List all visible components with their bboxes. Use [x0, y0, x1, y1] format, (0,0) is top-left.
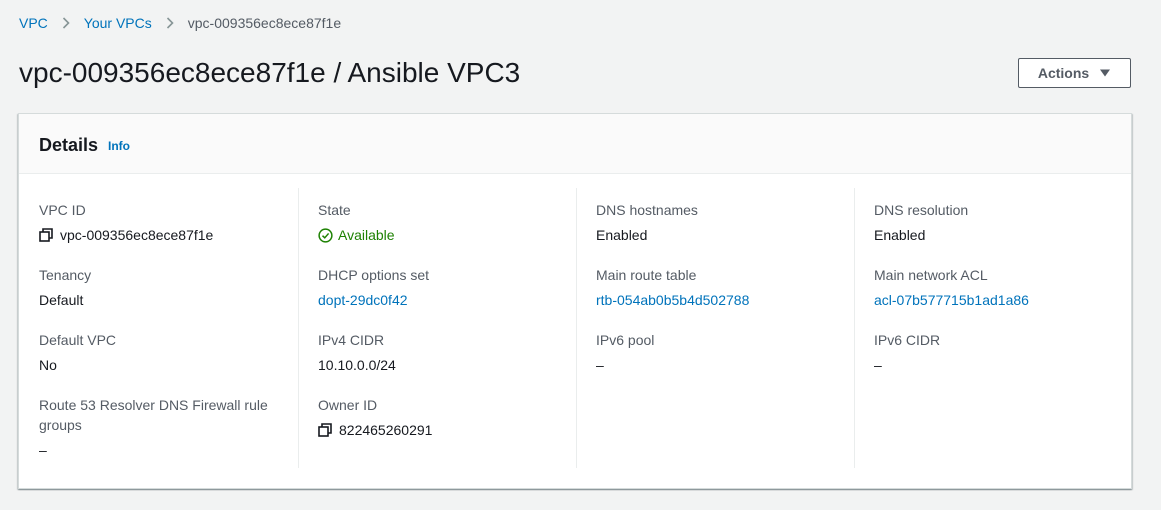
dhcp-options-link[interactable]: dopt-29dc0f42 — [318, 290, 558, 310]
copy-icon[interactable] — [318, 423, 332, 437]
tenancy-field: Tenancy Default — [39, 265, 279, 310]
vpc-id-field: VPC ID vpc-009356ec8ece87f1e — [39, 200, 279, 245]
field-label: VPC ID — [39, 202, 86, 218]
field-value: 822465260291 — [318, 420, 558, 440]
field-label: Route 53 Resolver DNS Firewall rule grou… — [39, 397, 268, 433]
field-value: vpc-009356ec8ece87f1e — [39, 225, 279, 245]
details-column-3: DNS hostnames Enabled Main route table r… — [596, 188, 855, 468]
ipv4-cidr-field: IPv4 CIDR 10.10.0.0/24 — [318, 330, 558, 375]
default-vpc-field: Default VPC No — [39, 330, 279, 375]
chevron-right-icon — [166, 17, 174, 29]
chevron-right-icon — [62, 17, 70, 29]
field-label: Main network ACL — [874, 267, 988, 283]
dns-hostnames-field: DNS hostnames Enabled — [596, 200, 836, 245]
main-network-acl-field: Main network ACL acl-07b577715b1ad1a86 — [874, 265, 1114, 310]
details-header: Details Info — [19, 114, 1131, 174]
owner-id-field: Owner ID 822465260291 — [318, 395, 558, 440]
details-column-4: DNS resolution Enabled Main network ACL … — [874, 188, 1114, 468]
dns-resolution-field: DNS resolution Enabled — [874, 200, 1114, 245]
default-vpc-value: No — [39, 357, 57, 373]
details-column-1: VPC ID vpc-009356ec8ece87f1e Tenancy Def… — [39, 188, 299, 468]
details-title: Details — [39, 135, 99, 155]
field-value: Available — [318, 225, 558, 245]
main-route-table-field: Main route table rtb-054ab0b5b4d502788 — [596, 265, 836, 310]
details-panel: Details Info VPC ID vpc-009356ec8ece87f1… — [18, 113, 1132, 489]
field-label: DHCP options set — [318, 267, 430, 283]
owner-id-value: 822465260291 — [339, 422, 433, 438]
ipv6-cidr-field: IPv6 CIDR – — [874, 330, 1114, 375]
field-label: State — [318, 202, 351, 218]
info-link[interactable]: Info — [108, 139, 130, 153]
main-network-acl-link[interactable]: acl-07b577715b1ad1a86 — [874, 290, 1114, 310]
dhcp-options-field: DHCP options set dopt-29dc0f42 — [318, 265, 558, 310]
breadcrumb-your-vpcs-link[interactable]: Your VPCs — [84, 14, 152, 32]
vpc-details-page: VPC Your VPCs vpc-009356ec8ece87f1e vpc-… — [0, 0, 1161, 510]
field-label: Tenancy — [39, 267, 92, 283]
breadcrumb: VPC Your VPCs vpc-009356ec8ece87f1e — [19, 14, 341, 32]
details-column-2: State Available DHCP options set dopt-29… — [318, 188, 577, 468]
field-label: IPv4 CIDR — [318, 332, 385, 348]
tenancy-value: Default — [39, 292, 84, 308]
ipv6-pool-value: – — [596, 357, 604, 373]
field-label: IPv6 pool — [596, 332, 655, 348]
field-label: DNS hostnames — [596, 202, 698, 218]
ipv6-pool-field: IPv6 pool – — [596, 330, 836, 375]
caret-down-icon — [1099, 68, 1111, 78]
field-label: DNS resolution — [874, 202, 969, 218]
field-label: IPv6 CIDR — [874, 332, 941, 348]
copy-icon[interactable] — [39, 228, 53, 242]
breadcrumb-vpc-link[interactable]: VPC — [19, 14, 48, 32]
dns-firewall-field: Route 53 Resolver DNS Firewall rule grou… — [39, 395, 284, 460]
breadcrumb-current: vpc-009356ec8ece87f1e — [187, 15, 342, 31]
state-value: Available — [338, 227, 395, 243]
page-title: vpc-009356ec8ece87f1e / Ansible VPC3 — [19, 57, 521, 88]
dns-resolution-value: Enabled — [874, 227, 926, 243]
actions-button-label: Actions — [1037, 65, 1090, 81]
actions-button[interactable]: Actions — [1018, 58, 1131, 88]
dns-firewall-value: – — [39, 442, 47, 458]
main-route-table-link[interactable]: rtb-054ab0b5b4d502788 — [596, 290, 836, 310]
field-label: Owner ID — [318, 397, 378, 413]
field-label: Default VPC — [39, 332, 117, 348]
ipv4-cidr-value: 10.10.0.0/24 — [318, 357, 396, 373]
dns-hostnames-value: Enabled — [596, 227, 648, 243]
vpc-id-value: vpc-009356ec8ece87f1e — [60, 227, 214, 243]
field-label: Main route table — [596, 267, 697, 283]
ipv6-cidr-value: – — [874, 357, 882, 373]
state-field: State Available — [318, 200, 558, 245]
check-circle-icon — [318, 227, 333, 243]
